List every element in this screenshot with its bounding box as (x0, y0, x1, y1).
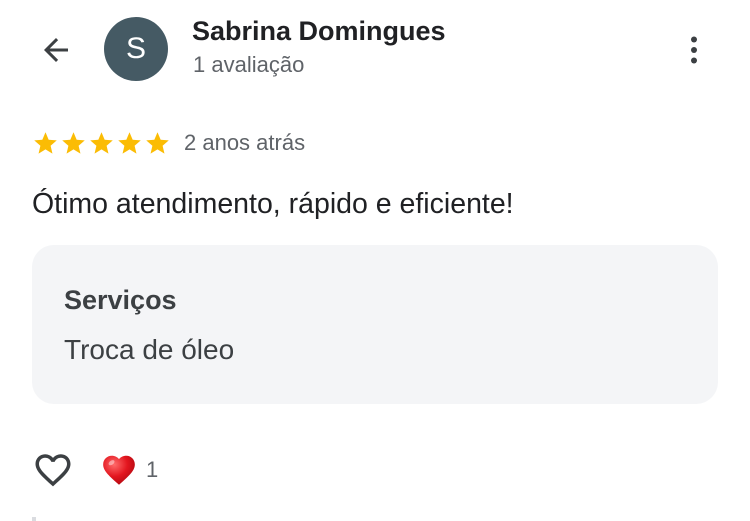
star-rating (32, 130, 171, 157)
review-text: Ótimo atendimento, rápido e eficiente! (32, 188, 514, 220)
like-button[interactable] (30, 447, 76, 493)
star-icon (34, 132, 57, 154)
reviewer-review-count: 1 avaliação (193, 52, 305, 77)
heart-reaction[interactable]: 1 (100, 451, 158, 489)
reviewer-name[interactable]: Sabrina Domingues (192, 16, 446, 47)
star-icon (90, 132, 113, 154)
divider (32, 517, 36, 521)
review-detail-page: S Sabrina Domingues 1 avaliação 2 anos a… (0, 0, 750, 521)
more-vert-icon (691, 36, 697, 64)
red-heart-icon (103, 455, 135, 485)
review-time: 2 anos atrás (184, 130, 306, 155)
back-button[interactable] (32, 26, 80, 74)
more-options-button[interactable] (670, 26, 718, 74)
services-card: Serviços Troca de óleo (32, 245, 718, 404)
avatar[interactable]: S (104, 17, 168, 81)
star-icon (146, 132, 169, 154)
services-value: Troca de óleo (64, 334, 235, 365)
arrow-left-icon (44, 38, 68, 62)
heart-outline-icon (35, 454, 71, 487)
star-icon (62, 132, 85, 154)
services-title: Serviços (64, 285, 177, 315)
reaction-count: 1 (146, 457, 159, 482)
avatar-letter: S (125, 32, 146, 65)
star-icon (118, 132, 141, 154)
